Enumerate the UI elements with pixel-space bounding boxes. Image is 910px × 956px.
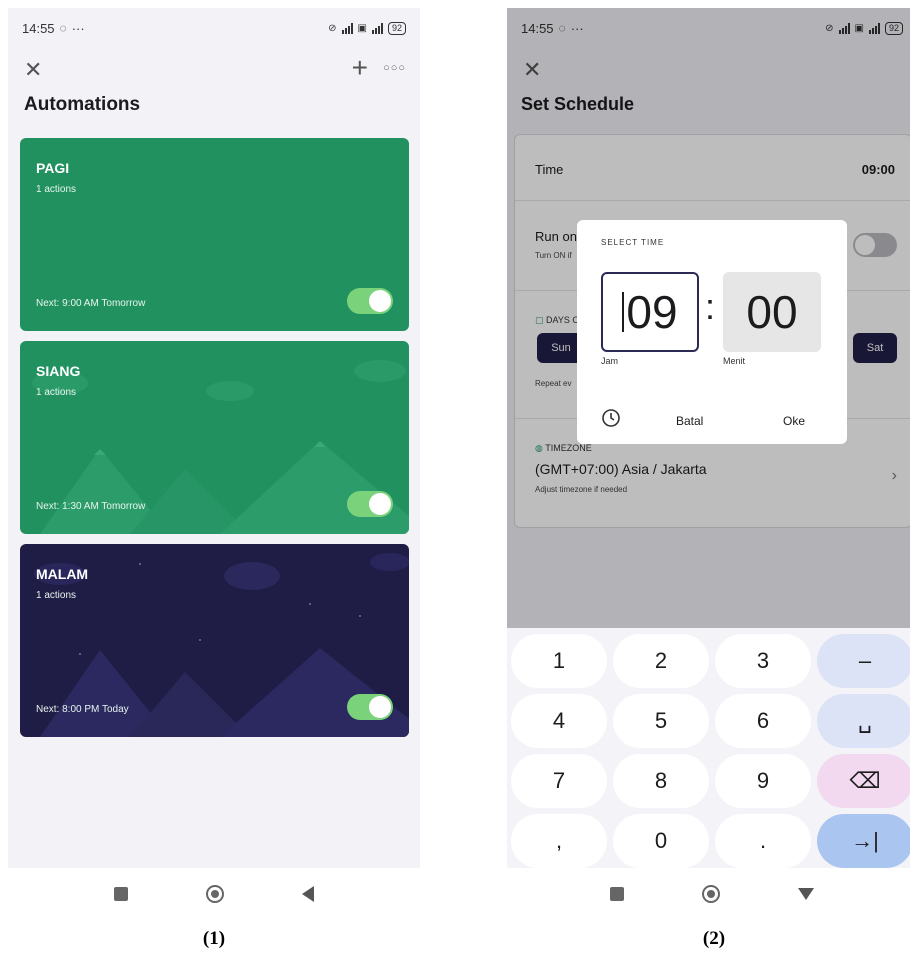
- hour-input[interactable]: 09: [601, 272, 699, 352]
- automations-screen: 14:55 ◌ ··· ⊘ ▣ 92 ✕ + ○○○ Automations P…: [8, 8, 420, 920]
- ok-button[interactable]: Oke: [783, 414, 805, 428]
- set-schedule-screen: 14:55 ◌ ··· ⊘ ▣ 92 ✕ Set Schedule Time 0…: [507, 8, 910, 920]
- whatsapp-icon: ◌: [59, 21, 67, 35]
- status-time: 14:55: [22, 20, 55, 36]
- more-icon[interactable]: ○○○: [383, 62, 406, 74]
- automation-next-run: Next: 1:30 AM Tomorrow: [36, 501, 146, 512]
- recents-icon[interactable]: [114, 887, 128, 901]
- close-icon[interactable]: ✕: [24, 57, 42, 83]
- automation-actions-count: 1 actions: [36, 184, 77, 195]
- automation-actions-count: 1 actions: [36, 387, 77, 398]
- cancel-button[interactable]: Batal: [676, 414, 703, 428]
- plus-icon[interactable]: +: [352, 52, 368, 84]
- key-4[interactable]: 4: [511, 694, 607, 748]
- recents-icon[interactable]: [610, 887, 624, 901]
- back-icon[interactable]: [302, 886, 314, 902]
- key-9[interactable]: 9: [715, 754, 811, 808]
- minute-input[interactable]: 00: [723, 272, 821, 352]
- automation-name: SIANG: [36, 363, 81, 379]
- numeric-keyboard: 1 2 3 – 4 5 6 ␣ 7 8 9 ⌫ , 0 . →|: [507, 628, 910, 868]
- system-nav-bar: [8, 868, 420, 920]
- clock-icon[interactable]: [601, 408, 621, 428]
- caption-1: (1): [202, 928, 226, 949]
- caption-2: (2): [702, 928, 726, 949]
- key-3[interactable]: 3: [715, 634, 811, 688]
- hide-keyboard-icon[interactable]: [798, 888, 814, 900]
- key-comma[interactable]: ,: [511, 814, 607, 868]
- hour-label: Jam: [601, 356, 619, 366]
- status-bar: 14:55 ◌ ··· ⊘ ▣ 92: [8, 8, 420, 48]
- automation-card-siang[interactable]: SIANG 1 actions Next: 1:30 AM Tomorrow: [20, 341, 409, 534]
- key-minus[interactable]: –: [817, 634, 910, 688]
- backspace-icon[interactable]: ⌫: [817, 754, 910, 808]
- automation-toggle[interactable]: [347, 288, 393, 314]
- minute-label: Menit: [723, 356, 746, 366]
- key-2[interactable]: 2: [613, 634, 709, 688]
- home-icon[interactable]: [206, 885, 224, 903]
- key-5[interactable]: 5: [613, 694, 709, 748]
- sim-icon: ▣: [357, 22, 367, 34]
- system-nav-bar: [507, 868, 910, 920]
- dialog-title: SELECT TIME: [601, 238, 665, 247]
- next-field-icon[interactable]: →|: [817, 814, 910, 868]
- time-separator: :: [705, 286, 716, 327]
- key-7[interactable]: 7: [511, 754, 607, 808]
- page-title: Automations: [24, 94, 141, 115]
- space-icon[interactable]: ␣: [817, 694, 910, 748]
- more-notifications-icon: ···: [71, 20, 85, 36]
- top-bar: ✕ + ○○○: [8, 52, 420, 86]
- automation-toggle[interactable]: [347, 491, 393, 517]
- key-1[interactable]: 1: [511, 634, 607, 688]
- signal-icon: [341, 22, 353, 34]
- automation-actions-count: 1 actions: [36, 590, 77, 601]
- time-picker-dialog: SELECT TIME 09 : 00 Jam Menit Batal Oke: [577, 220, 847, 444]
- automation-name: MALAM: [36, 566, 89, 582]
- key-0[interactable]: 0: [613, 814, 709, 868]
- link-icon: ⊘: [328, 22, 337, 34]
- signal-icon-2: [371, 22, 383, 34]
- automation-toggle[interactable]: [347, 694, 393, 720]
- automation-next-run: Next: 8:00 PM Today: [36, 704, 129, 715]
- automation-card-malam[interactable]: MALAM 1 actions Next: 8:00 PM Today: [20, 544, 409, 737]
- automation-name: PAGI: [36, 160, 70, 176]
- automation-next-run: Next: 9:00 AM Tomorrow: [36, 298, 146, 309]
- key-8[interactable]: 8: [613, 754, 709, 808]
- automation-card-pagi[interactable]: PAGI 1 actions Next: 9:00 AM Tomorrow: [20, 138, 409, 331]
- key-period[interactable]: .: [715, 814, 811, 868]
- key-6[interactable]: 6: [715, 694, 811, 748]
- battery-icon: 92: [387, 21, 406, 35]
- home-icon[interactable]: [702, 885, 720, 903]
